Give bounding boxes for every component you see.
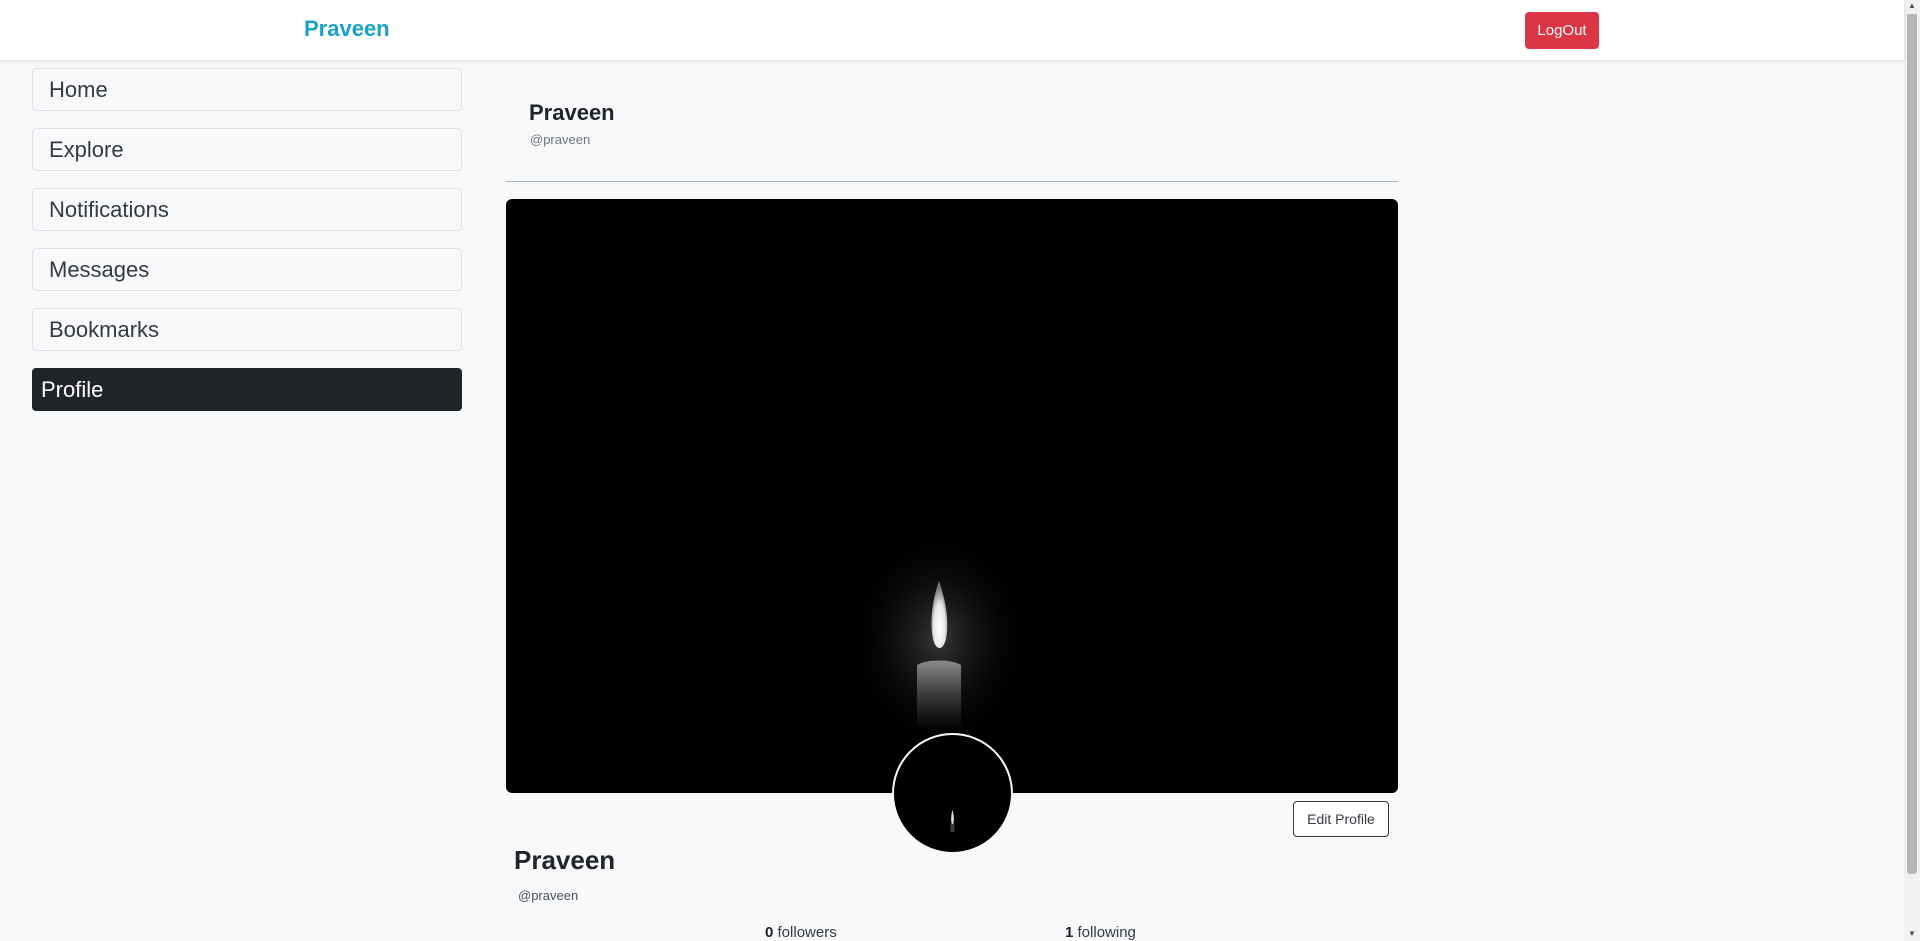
following-stat[interactable]: 1 following <box>1065 924 1136 941</box>
header-divider <box>506 181 1398 182</box>
brand-link[interactable]: Praveen <box>304 16 390 42</box>
scroll-up-icon[interactable]: ▲ <box>1907 0 1917 12</box>
following-label: following <box>1077 924 1136 941</box>
profile-handle: @praveen <box>518 888 579 903</box>
avatar[interactable] <box>892 733 1013 854</box>
followers-stat[interactable]: 0 followers <box>765 924 837 941</box>
logout-button[interactable]: LogOut <box>1525 12 1599 49</box>
sidebar-item-bookmarks[interactable]: Bookmarks <box>32 308 462 351</box>
page-header-handle: @praveen <box>530 132 591 147</box>
top-navbar: Praveen LogOut <box>0 0 1904 60</box>
avatar-candle-image <box>950 810 955 832</box>
sidebar-item-home[interactable]: Home <box>32 68 462 111</box>
cover-image <box>506 199 1398 793</box>
profile-name: Praveen <box>514 845 616 875</box>
page-scrollbar[interactable]: ▲ ▼ <box>1904 0 1920 941</box>
scroll-down-icon[interactable]: ▼ <box>1907 928 1917 940</box>
sidebar-item-messages[interactable]: Messages <box>32 248 462 291</box>
sidebar-item-explore[interactable]: Explore <box>32 128 462 171</box>
followers-label: followers <box>777 924 837 941</box>
candle-illustration <box>849 529 1029 749</box>
scroll-thumb[interactable] <box>1907 14 1917 874</box>
sidebar-nav: Home Explore Notifications Messages Book… <box>32 68 462 428</box>
followers-count: 0 <box>765 924 774 941</box>
page-header-name: Praveen <box>529 100 615 125</box>
following-count: 1 <box>1065 924 1074 941</box>
sidebar-item-profile[interactable]: Profile <box>32 368 462 411</box>
sidebar-item-notifications[interactable]: Notifications <box>32 188 462 231</box>
edit-profile-button[interactable]: Edit Profile <box>1293 801 1389 837</box>
